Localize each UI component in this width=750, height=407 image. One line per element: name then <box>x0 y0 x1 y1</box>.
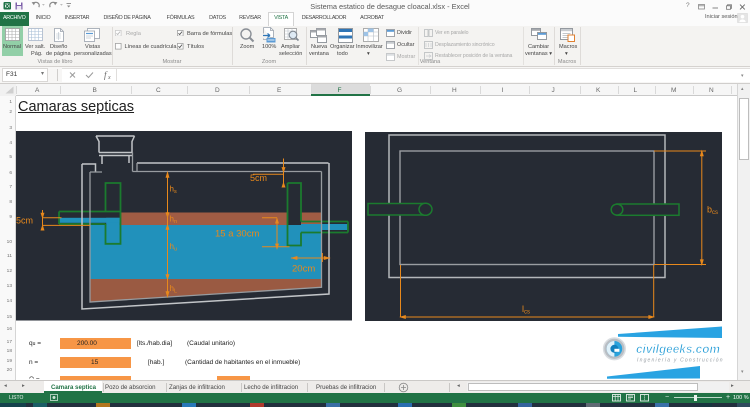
svg-text:x: x <box>107 75 111 81</box>
svg-text:5cm: 5cm <box>16 216 33 226</box>
svg-text:Ingeniería y Construcción: Ingeniería y Construcción <box>637 358 724 364</box>
svg-text:20cm: 20cm <box>292 264 315 275</box>
svg-text:civilgeeks.com: civilgeeks.com <box>636 342 720 356</box>
svg-text:5cm: 5cm <box>250 173 267 183</box>
svg-text:15 a 30cm: 15 a 30cm <box>215 229 259 240</box>
